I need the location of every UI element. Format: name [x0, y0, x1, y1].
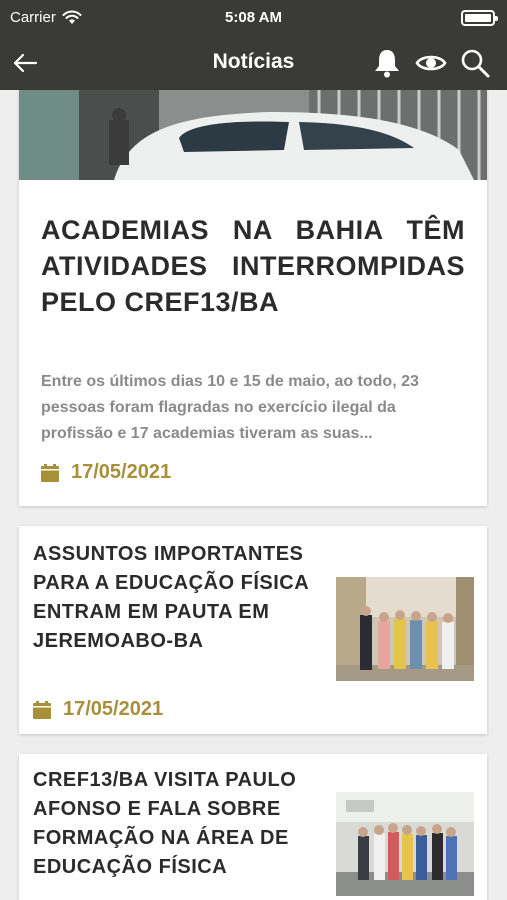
news-list[interactable]: ACADEMIAS NA BAHIA TÊM ATIVIDADES INTERR…: [0, 90, 507, 900]
calendar-icon: [41, 463, 59, 482]
bell-icon[interactable]: [370, 46, 404, 80]
news-date-row: 17/05/2021: [33, 698, 163, 721]
news-image-group-visit[interactable]: [336, 792, 474, 896]
status-time: 5:08 AM: [225, 9, 282, 26]
eye-icon[interactable]: [414, 46, 448, 80]
news-summary: Entre os últimos dias 10 e 15 de maio, a…: [41, 373, 419, 442]
battery-icon: [461, 10, 498, 26]
news-date-row: 17/05/2021: [41, 461, 171, 484]
news-image-group-meeting[interactable]: [336, 577, 474, 681]
news-title[interactable]: ASSUNTOS IMPORTANTES PARA A EDUCAÇÃO FÍS…: [33, 540, 323, 656]
news-date: 17/05/2021: [63, 698, 164, 720]
news-date: 17/05/2021: [71, 461, 172, 483]
news-card-featured[interactable]: ACADEMIAS NA BAHIA TÊM ATIVIDADES INTERR…: [19, 90, 487, 506]
calendar-icon: [33, 700, 51, 719]
news-title[interactable]: CREF13/BA VISITA PAULO AFONSO E FALA SOB…: [33, 766, 323, 882]
news-title[interactable]: ACADEMIAS NA BAHIA TÊM ATIVIDADES INTERR…: [41, 212, 465, 320]
news-card[interactable]: ASSUNTOS IMPORTANTES PARA A EDUCAÇÃO FÍS…: [19, 526, 487, 734]
navigation-bar: Notícias: [0, 36, 507, 90]
status-bar: Carrier 5:08 AM: [0, 0, 507, 36]
news-card[interactable]: CREF13/BA VISITA PAULO AFONSO E FALA SOB…: [19, 754, 487, 900]
search-icon[interactable]: [458, 46, 492, 80]
news-image-street-car[interactable]: [19, 90, 487, 180]
